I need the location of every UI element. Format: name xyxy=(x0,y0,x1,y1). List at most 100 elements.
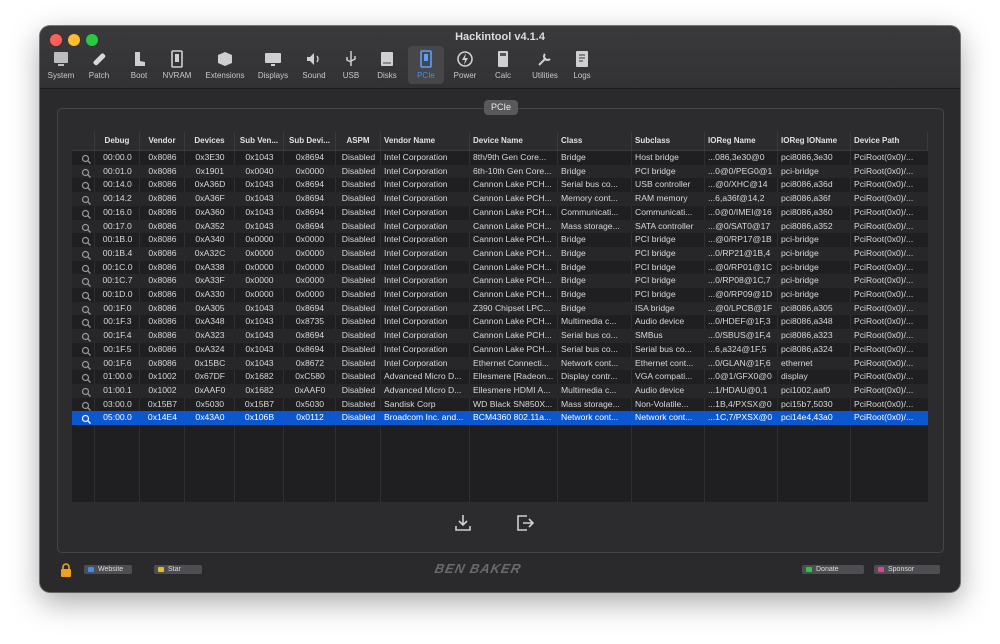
magnifier-icon[interactable] xyxy=(81,371,92,384)
column-header[interactable]: Device Path xyxy=(851,132,928,150)
toolbar-label: Displays xyxy=(257,71,289,80)
exit-icon[interactable] xyxy=(514,512,536,534)
magnifier-icon[interactable] xyxy=(81,344,92,356)
column-header[interactable]: Device Name xyxy=(470,132,558,150)
donate-button[interactable]: Donate xyxy=(802,565,864,574)
magnifier-icon[interactable] xyxy=(81,193,92,206)
magnifier-icon[interactable] xyxy=(81,234,92,247)
column-header[interactable]: IOReg IOName xyxy=(778,132,851,150)
magnifier-icon[interactable] xyxy=(81,358,92,370)
column-header[interactable]: Vendor xyxy=(140,132,185,150)
nvram-icon xyxy=(166,48,188,70)
table-row[interactable]: 00:1F.3 0x8086 0xA348 0x1043 0x8735 Disabled I… xyxy=(72,315,928,329)
magnifier-icon[interactable] xyxy=(81,385,92,397)
table-row[interactable]: 00:1D.0 0x8086 0xA330 0x0000 0x0000 Disabled I… xyxy=(72,288,928,302)
column-header[interactable]: Class xyxy=(558,132,632,150)
table-cell: Z390 Chipset LPC... xyxy=(473,302,551,313)
toolbar-item-utilities[interactable]: Utilities xyxy=(525,46,565,84)
toolbar-item-logs[interactable]: Logs xyxy=(567,46,597,84)
magnifier-icon[interactable] xyxy=(81,152,92,164)
lock-icon[interactable] xyxy=(60,563,72,577)
column-header[interactable]: IOReg Name xyxy=(705,132,778,150)
magnifier-icon[interactable] xyxy=(81,207,92,219)
toolbar-item-boot[interactable]: Boot xyxy=(121,46,157,84)
table-cell: 0x8694 xyxy=(295,302,325,313)
table-cell: Bridge xyxy=(561,275,586,286)
table-row[interactable]: 03:00.0 0x15B7 0x5030 0x15B7 0x5030 Disabled S… xyxy=(72,398,928,412)
magnifier-icon[interactable] xyxy=(81,166,92,178)
table-row[interactable]: 00:1B.4 0x8086 0xA32C 0x0000 0x0000 Disabled I… xyxy=(72,246,928,261)
column-header[interactable]: Debug xyxy=(95,132,140,150)
magnifier-icon[interactable] xyxy=(81,221,92,233)
table-cell: Disabled xyxy=(341,220,376,231)
download-icon[interactable] xyxy=(452,512,474,534)
toolbar-item-usb[interactable]: USB xyxy=(335,46,367,84)
table-row[interactable]: 00:1C.0 0x8086 0xA338 0x0000 0x0000 Disabled I… xyxy=(72,261,928,275)
pcie-device-table[interactable]: Debug Vendor Devices Sub Ven... Sub Devi... A… xyxy=(72,132,928,502)
table-cell: Memory cont... xyxy=(561,193,618,204)
toolbar-item-sound[interactable]: Sound xyxy=(297,46,331,84)
table-cell: 0xA340 xyxy=(195,234,225,245)
column-header[interactable]: ASPM xyxy=(336,132,381,150)
table-row[interactable]: 00:1C.7 0x8086 0xA33F 0x0000 0x0000 Disabled I… xyxy=(72,274,928,288)
table-cell: Disabled xyxy=(341,206,376,217)
table-row[interactable]: 05:00.0 0x14E4 0x43A0 0x106B 0x0112 Disabled B… xyxy=(72,411,928,425)
magnifier-icon[interactable] xyxy=(81,399,92,411)
table-row[interactable]: 00:00.0 0x8086 0x3E30 0x1043 0x8694 Disabled I… xyxy=(72,151,928,165)
column-header[interactable]: Vendor Name xyxy=(381,132,470,150)
magnifier-icon[interactable] xyxy=(81,316,92,329)
table-cell: Advanced Micro D... xyxy=(384,371,462,382)
magnifier-icon[interactable] xyxy=(81,275,92,288)
toolbar-item-calc[interactable]: Calc xyxy=(486,46,520,84)
table-cell: Cannon Lake PCH... xyxy=(473,206,552,217)
column-header[interactable]: Sub Devi... xyxy=(284,132,336,150)
table-row[interactable]: 01:00.0 0x1002 0x67DF 0x1682 0xC580 Disabled A… xyxy=(72,370,928,384)
table-row[interactable]: 00:16.0 0x8086 0xA360 0x1043 0x8694 Disabled I… xyxy=(72,206,928,220)
panel-tab-pcie[interactable]: PCIe xyxy=(484,100,518,115)
magnifier-icon[interactable] xyxy=(81,303,92,315)
table-cell: ISA bridge xyxy=(635,302,675,313)
column-header[interactable]: Sub Ven... xyxy=(235,132,284,150)
magnifier-icon[interactable] xyxy=(81,248,92,260)
table-cell: 00:14.0 xyxy=(103,179,132,190)
column-header[interactable]: Devices xyxy=(185,132,235,150)
toolbar-item-pcie[interactable]: PCIe xyxy=(408,46,444,84)
table-row[interactable]: 00:1F.0 0x8086 0xA305 0x1043 0x8694 Disabled I… xyxy=(72,301,928,316)
table-cell: ...1/HDAU@0,1 xyxy=(708,384,768,395)
table-cell: 01:00.0 xyxy=(103,371,132,382)
star-button[interactable]: Star xyxy=(154,565,202,574)
table-row[interactable]: 00:01.0 0x8086 0x1901 0x0040 0x0000 Disabled I… xyxy=(72,164,928,179)
toolbar-label: Boot xyxy=(130,71,148,80)
toolbar-item-patch[interactable]: Patch xyxy=(81,46,117,84)
toolbar-item-power[interactable]: Power xyxy=(447,46,483,84)
table-row[interactable]: 00:1F.4 0x8086 0xA323 0x1043 0x8694 Disabled I… xyxy=(72,329,928,343)
table-cell: 0x1002 xyxy=(148,384,177,395)
magnifier-icon[interactable] xyxy=(81,262,92,274)
table-row[interactable]: 00:1B.0 0x8086 0xA340 0x0000 0x0000 Disabled I… xyxy=(72,233,928,247)
magnifier-icon[interactable] xyxy=(81,330,92,343)
toolbar-item-disks[interactable]: Disks xyxy=(371,46,403,84)
table-cell: 0x8694 xyxy=(295,343,325,354)
table-row[interactable]: 00:1F.5 0x8086 0xA324 0x1043 0x8694 Disabled I… xyxy=(72,343,928,357)
toolbar-item-system[interactable]: System xyxy=(42,46,80,84)
table-row[interactable]: 01:00.1 0x1002 0xAAF0 0x1682 0xAAF0 Disabled A… xyxy=(72,383,928,398)
table-row[interactable]: 00:14.0 0x8086 0xA36D 0x1043 0x8694 Disabled I… xyxy=(72,178,928,192)
table-cell: ...@0/RP09@1D xyxy=(708,289,773,299)
magnifier-icon[interactable] xyxy=(81,289,92,301)
table-row[interactable]: 00:17.0 0x8086 0xA352 0x1043 0x8694 Disabled I… xyxy=(72,219,928,234)
table-row[interactable]: 00:1F.6 0x8086 0x15BC 0x1043 0x8672 Disabled I… xyxy=(72,356,928,371)
magnifier-icon[interactable] xyxy=(81,179,92,192)
table-cell: Intel Corporation xyxy=(384,165,448,176)
column-header[interactable]: Subclass xyxy=(632,132,705,150)
table-cell: ...@0/RP17@1B xyxy=(708,234,772,245)
table-cell: RAM memory xyxy=(635,193,688,204)
table-row[interactable]: 00:14.2 0x8086 0xA36F 0x1043 0x8694 Disabled I… xyxy=(72,192,928,206)
website-button[interactable]: Website xyxy=(84,565,132,574)
magnifier-icon[interactable] xyxy=(81,412,92,425)
column-header[interactable] xyxy=(72,132,95,150)
toolbar-item-extensions[interactable]: Extensions xyxy=(199,46,251,84)
toolbar-item-nvram[interactable]: NVRAM xyxy=(158,46,196,84)
sponsor-button[interactable]: Sponsor xyxy=(874,565,940,574)
table-cell: 0x0000 xyxy=(245,247,274,258)
toolbar-item-displays[interactable]: Displays xyxy=(253,46,293,84)
